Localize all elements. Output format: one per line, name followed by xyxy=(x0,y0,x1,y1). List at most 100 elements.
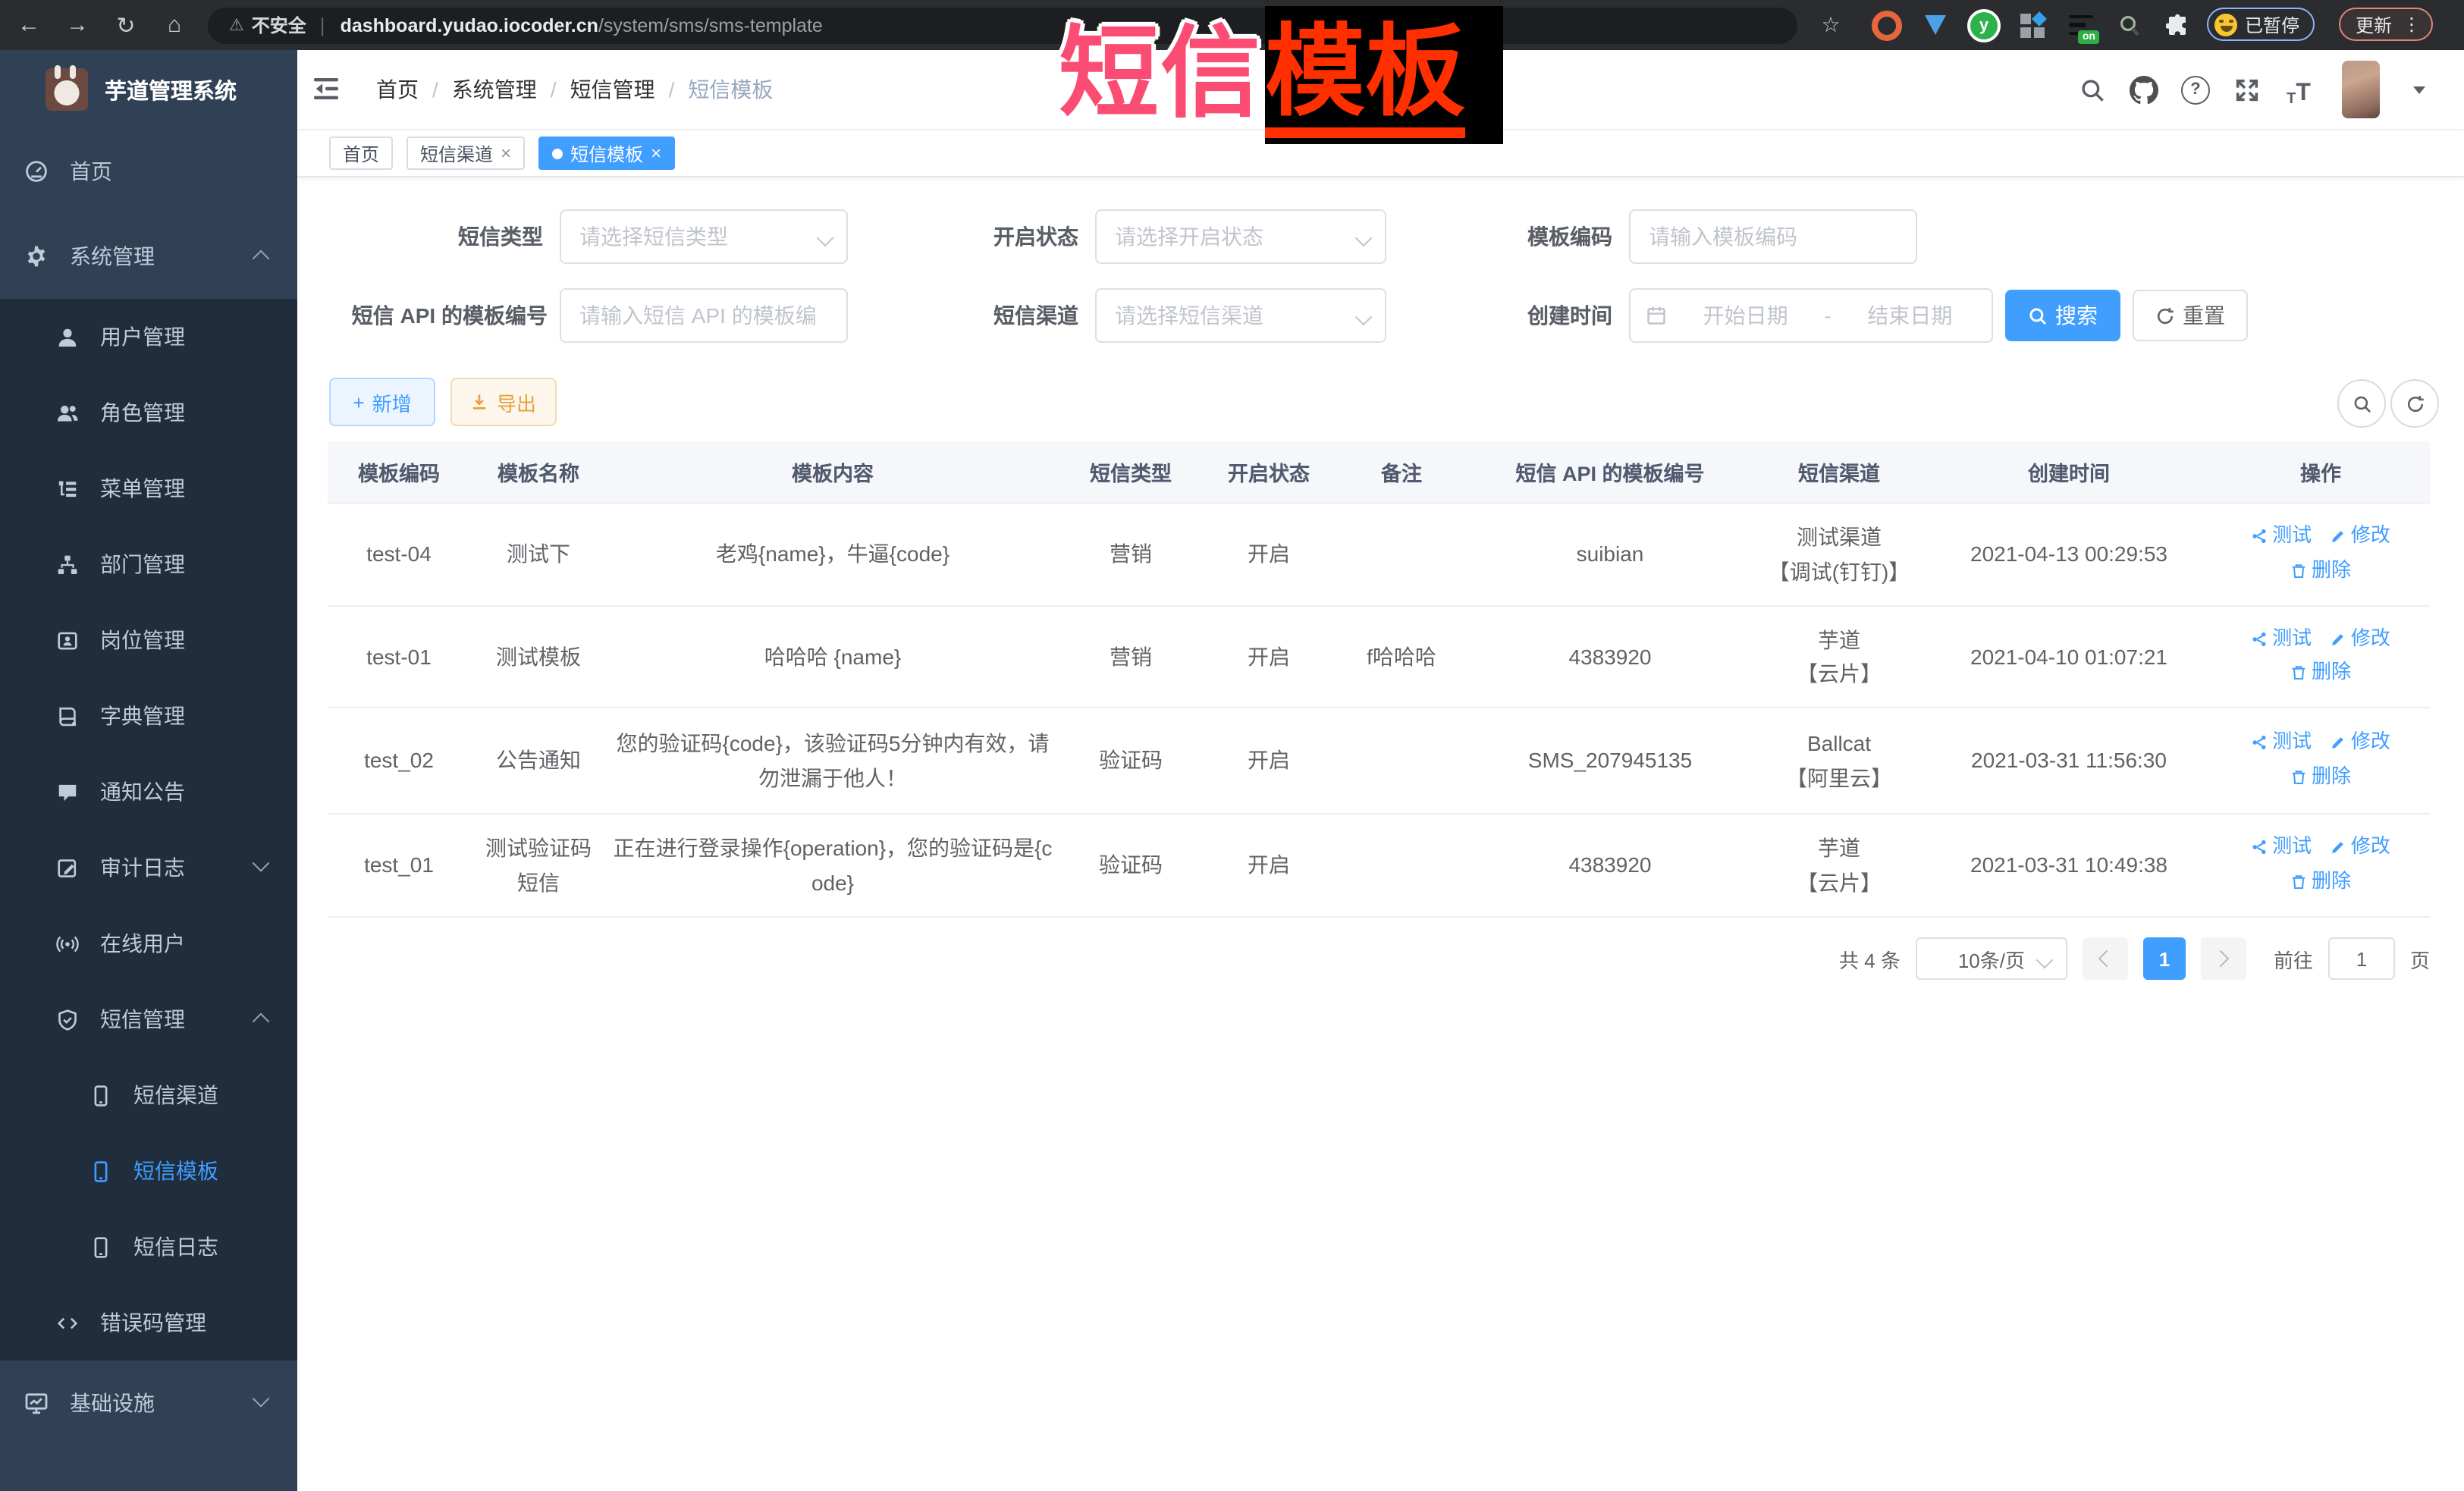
chevron-left-icon xyxy=(2099,950,2117,968)
start-date-placeholder[interactable]: 开始日期 xyxy=(1679,300,1812,331)
reset-button[interactable]: 重置 xyxy=(2133,290,2248,341)
delete-link[interactable]: 删除 xyxy=(2290,865,2351,897)
api-template-id-input[interactable] xyxy=(560,288,848,343)
edit-link[interactable]: 修改 xyxy=(2330,623,2390,654)
sidebar-item-sms-template[interactable]: 短信模板 xyxy=(0,1133,297,1209)
extension-blue-gem-icon[interactable] xyxy=(1919,8,1952,42)
extension-orange-ring-icon[interactable] xyxy=(1870,8,1904,42)
extensions-puzzle-icon[interactable] xyxy=(2161,8,2195,42)
id-badge-icon xyxy=(55,628,79,652)
edit-link[interactable]: 修改 xyxy=(2330,520,2390,552)
template-code-input[interactable] xyxy=(1629,209,1917,264)
tab-home[interactable]: 首页 xyxy=(329,137,393,170)
sidebar-item-error-codes[interactable]: 错误码管理 xyxy=(0,1285,297,1361)
sidebar-item-roles[interactable]: 角色管理 xyxy=(0,375,297,450)
status-select[interactable] xyxy=(1095,209,1386,264)
end-date-placeholder[interactable]: 结束日期 xyxy=(1844,300,1976,331)
tab-sms-template[interactable]: 短信模板 × xyxy=(538,137,675,170)
org-chart-icon xyxy=(55,552,79,576)
pencil-icon xyxy=(2330,630,2346,647)
refresh-icon xyxy=(2405,394,2425,413)
refresh-table-button[interactable] xyxy=(2390,379,2439,428)
code-icon xyxy=(55,1311,79,1335)
sidebar-item-sms[interactable]: 短信管理 xyxy=(0,981,297,1057)
test-link[interactable]: 测试 xyxy=(2251,520,2312,552)
sms-type-select[interactable] xyxy=(560,209,848,264)
avatar-caret-down-icon[interactable] xyxy=(2413,86,2425,93)
toggle-search-button[interactable] xyxy=(2337,379,2386,428)
browser-reload-button[interactable]: ↻ xyxy=(106,0,146,50)
sidebar-item-departments[interactable]: 部门管理 xyxy=(0,526,297,602)
close-icon[interactable]: × xyxy=(651,144,661,162)
breadcrumb-home[interactable]: 首页 xyxy=(376,74,419,105)
phone-icon xyxy=(88,1083,112,1107)
sidebar-item-notice[interactable]: 通知公告 xyxy=(0,754,297,830)
trash-icon xyxy=(2290,664,2307,681)
gear-icon xyxy=(24,244,49,268)
sidebar-item-system[interactable]: 系统管理 xyxy=(0,214,297,299)
page-unit-label: 页 xyxy=(2410,944,2430,973)
sidebar-item-posts[interactable]: 岗位管理 xyxy=(0,602,297,678)
current-page-button[interactable]: 1 xyxy=(2143,937,2186,980)
sidebar-item-online-users[interactable]: 在线用户 xyxy=(0,906,297,981)
delete-link[interactable]: 删除 xyxy=(2290,761,2351,793)
browser-update-button[interactable]: 更新 ⋮ xyxy=(2339,8,2433,41)
close-icon[interactable]: × xyxy=(501,144,511,162)
github-icon[interactable] xyxy=(2127,72,2161,107)
sidebar-item-home[interactable]: 首页 xyxy=(0,129,297,214)
extension-magnifier-icon[interactable] xyxy=(2113,8,2146,42)
sidebar-item-users[interactable]: 用户管理 xyxy=(0,299,297,375)
sidebar-item-sms-channel[interactable]: 短信渠道 xyxy=(0,1057,297,1133)
page: ← → ↻ ⌂ ⚠ 不安全 | dashboard.yudao.iocoder.… xyxy=(0,0,2464,1491)
bookmark-star-icon[interactable]: ☆ xyxy=(1811,0,1850,50)
fullscreen-icon[interactable] xyxy=(2230,72,2265,107)
tab-sms-channel[interactable]: 短信渠道 × xyxy=(406,137,525,170)
message-icon xyxy=(55,780,79,804)
col-status: 开启状态 xyxy=(1203,441,1335,503)
chevron-up-icon xyxy=(253,250,270,268)
channel-select[interactable] xyxy=(1095,288,1386,343)
user-avatar[interactable] xyxy=(2342,61,2380,118)
chevron-up-icon xyxy=(253,1013,270,1031)
col-template-code: 模板编码 xyxy=(328,441,470,503)
test-link[interactable]: 测试 xyxy=(2251,831,2312,863)
breadcrumb-system[interactable]: 系统管理 xyxy=(452,74,537,105)
template-code-label: 模板编码 xyxy=(1476,209,1612,264)
phone-icon xyxy=(88,1235,112,1259)
extension-list-on-icon[interactable]: on xyxy=(2064,8,2098,42)
sidebar-item-infrastructure[interactable]: 基础设施 xyxy=(0,1361,297,1445)
extension-green-y-icon[interactable]: y xyxy=(1967,8,2001,42)
browser-menu-kebab-icon[interactable]: ⋮ xyxy=(2403,14,2421,35)
col-actions: 操作 xyxy=(2211,441,2430,503)
export-button[interactable]: 导出 xyxy=(450,378,557,426)
create-time-range-picker[interactable]: 开始日期 - 结束日期 xyxy=(1629,288,1993,343)
browser-forward-button[interactable]: → xyxy=(58,0,97,50)
edit-link[interactable]: 修改 xyxy=(2330,727,2390,758)
breadcrumb-sms[interactable]: 短信管理 xyxy=(570,74,655,105)
sidebar-item-sms-log[interactable]: 短信日志 xyxy=(0,1209,297,1285)
delete-link[interactable]: 删除 xyxy=(2290,554,2351,586)
add-button[interactable]: + 新增 xyxy=(329,378,435,426)
extension-grid-icon[interactable] xyxy=(2016,8,2049,42)
profile-paused-badge[interactable]: 已暂停 xyxy=(2207,8,2315,41)
app-logo[interactable]: 芋道管理系统 xyxy=(0,50,297,129)
browser-home-button[interactable]: ⌂ xyxy=(155,0,194,50)
search-button[interactable]: 搜索 xyxy=(2005,290,2120,341)
sidebar-item-menus[interactable]: 菜单管理 xyxy=(0,450,297,526)
search-icon[interactable] xyxy=(2075,72,2110,107)
sidebar-item-dictionary[interactable]: 字典管理 xyxy=(0,678,297,754)
sidebar-item-audit-log[interactable]: 审计日志 xyxy=(0,830,297,906)
delete-link[interactable]: 删除 xyxy=(2290,657,2351,689)
page-size-select[interactable]: 10条/页 xyxy=(1916,937,2067,980)
goto-page-input[interactable] xyxy=(2328,937,2395,980)
edit-link[interactable]: 修改 xyxy=(2330,831,2390,863)
test-link[interactable]: 测试 xyxy=(2251,623,2312,654)
next-page-button[interactable] xyxy=(2201,937,2246,980)
prev-page-button[interactable] xyxy=(2083,937,2128,980)
browser-back-button[interactable]: ← xyxy=(9,0,49,50)
text-size-icon[interactable]: TT xyxy=(2281,72,2316,107)
sidebar-collapse-button[interactable] xyxy=(314,76,341,102)
help-icon[interactable]: ? xyxy=(2178,72,2213,107)
test-link[interactable]: 测试 xyxy=(2251,727,2312,758)
address-bar[interactable]: ⚠ 不安全 | dashboard.yudao.iocoder.cn /syst… xyxy=(208,7,1797,43)
